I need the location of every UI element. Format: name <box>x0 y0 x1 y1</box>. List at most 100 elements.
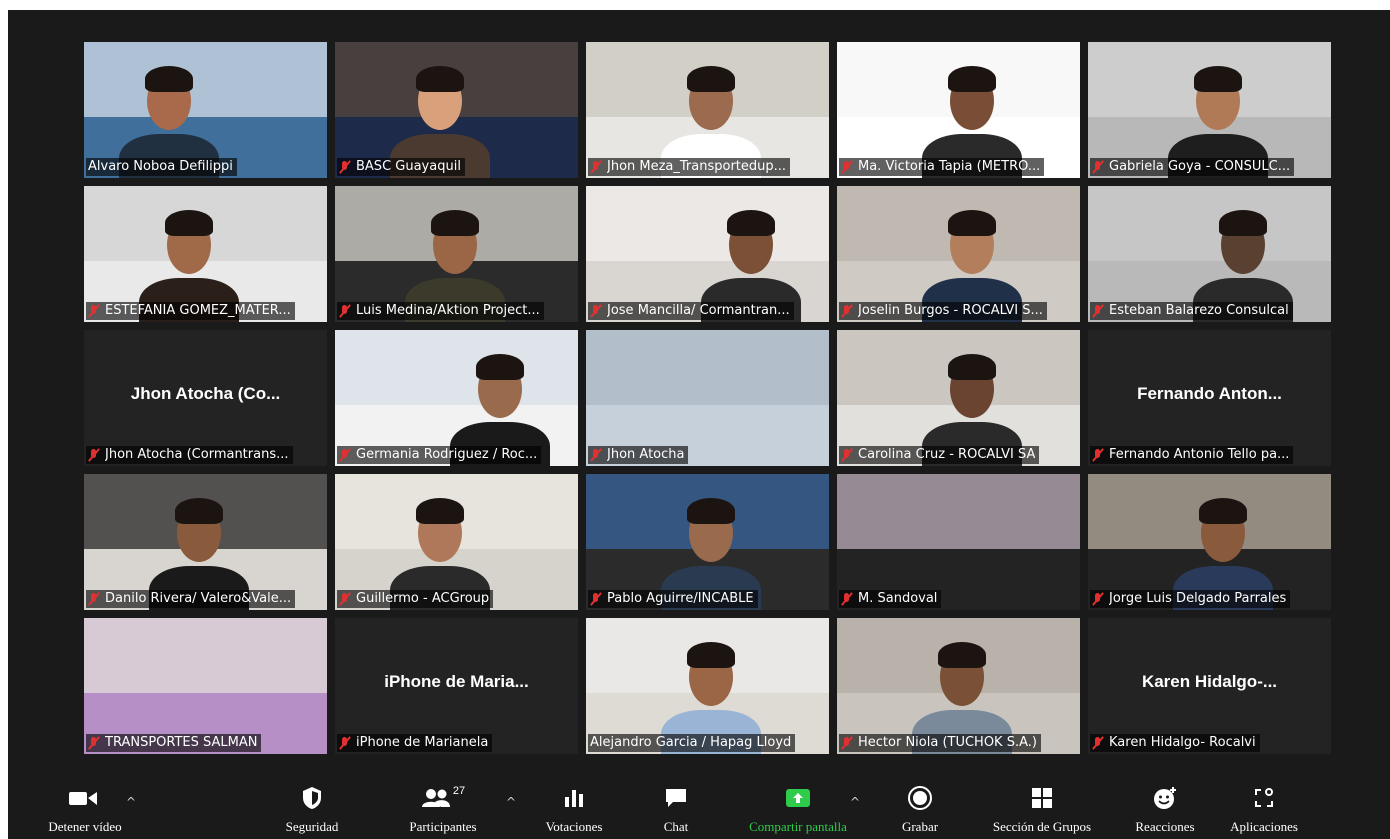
record-icon <box>907 783 933 813</box>
participant-tile[interactable]: ESTEFANIA GOMEZ_MATER... <box>84 186 327 322</box>
chat-button[interactable]: Chat <box>646 783 706 839</box>
mic-muted-icon <box>339 592 351 606</box>
apps-icon <box>1252 783 1276 813</box>
participant-tile[interactable]: Carolina Cruz - ROCALVI SA <box>837 330 1080 466</box>
mic-muted-icon <box>1092 448 1104 462</box>
mic-muted-icon <box>590 448 602 462</box>
participant-display-name: Karen Hidalgo-... <box>1141 672 1278 691</box>
participant-tile[interactable]: M. Sandoval <box>837 474 1080 610</box>
mic-muted-icon <box>841 448 853 462</box>
participant-name-label: Esteban Balarezo Consulcal <box>1090 302 1293 320</box>
gallery-view: Alvaro Noboa Defilippi BASC Guayaquil Jh… <box>84 42 1331 754</box>
participant-name: Carolina Cruz - ROCALVI SA <box>858 447 1036 462</box>
participant-name-label: Carolina Cruz - ROCALVI SA <box>839 446 1040 464</box>
apps-button[interactable]: Aplicaciones <box>1214 783 1314 839</box>
person-hair <box>687 498 735 524</box>
participant-tile[interactable]: Jhon Meza_Transportedup... <box>586 42 829 178</box>
breakout-rooms-button[interactable]: Sección de Grupos <box>974 783 1110 839</box>
participant-name: Hector Niola (TUCHOK S.A.) <box>858 735 1037 750</box>
record-button[interactable]: Grabar <box>884 783 956 839</box>
person-hair <box>145 66 193 92</box>
participant-name: Danilo Rivera/ Valero&Vale... <box>105 591 292 606</box>
participant-tile[interactable]: TRANSPORTES SALMAN <box>84 618 327 754</box>
participant-name: Ma. Victoria Tapia (METRO... <box>858 159 1041 174</box>
participant-name: Guillermo - ACGroup <box>356 591 490 606</box>
participant-display-name: Fernando Anton... <box>1137 384 1282 403</box>
smiley-plus-icon <box>1152 783 1178 813</box>
participant-tile[interactable]: Hector Niola (TUCHOK S.A.) <box>837 618 1080 754</box>
video-background <box>837 474 1080 549</box>
person-hair <box>948 66 996 92</box>
participant-name: Alejandro Garcia / Hapag Lloyd <box>590 735 792 750</box>
participant-tile[interactable]: Danilo Rivera/ Valero&Vale... <box>84 474 327 610</box>
share-options-caret-icon[interactable]: ^ <box>850 795 860 809</box>
participant-name-label: Hector Niola (TUCHOK S.A.) <box>839 734 1041 752</box>
participant-tile[interactable]: Karen Hidalgo-... Karen Hidalgo- Rocalvi <box>1088 618 1331 754</box>
participant-name-label: Danilo Rivera/ Valero&Vale... <box>86 590 296 608</box>
person-hair <box>431 210 479 236</box>
participant-tile[interactable]: Esteban Balarezo Consulcal <box>1088 186 1331 322</box>
person-hair <box>476 354 524 380</box>
video-background <box>586 186 829 261</box>
mic-muted-icon <box>1092 304 1104 318</box>
participants-options-caret-icon[interactable]: ^ <box>506 795 516 809</box>
mic-muted-icon <box>841 160 853 174</box>
share-screen-button[interactable]: Compartir pantalla <box>730 783 866 839</box>
video-camera-icon <box>68 783 102 813</box>
video-options-caret-icon[interactable]: ^ <box>126 795 136 809</box>
mic-muted-icon <box>1092 736 1104 750</box>
participant-name-label: Fernando Antonio Tello pa... <box>1090 446 1294 464</box>
participant-tile[interactable]: iPhone de Maria... iPhone de Marianela <box>335 618 578 754</box>
video-background <box>84 42 327 117</box>
participant-tile[interactable]: Jose Mancilla/ Cormantran... <box>586 186 829 322</box>
participant-name-label: ESTEFANIA GOMEZ_MATER... <box>86 302 295 320</box>
participant-name-label: iPhone de Marianela <box>337 734 493 752</box>
bar-chart-icon <box>563 783 585 813</box>
stop-video-button[interactable]: Detener vídeo <box>30 783 140 839</box>
participant-tile[interactable]: Alvaro Noboa Defilippi <box>84 42 327 178</box>
person-hair <box>175 498 223 524</box>
polls-label: Votaciones <box>545 819 603 834</box>
participant-name-label: TRANSPORTES SALMAN <box>86 734 262 752</box>
participant-name: Luis Medina/Aktion Project... <box>356 303 540 318</box>
mic-muted-icon <box>590 304 602 318</box>
person-hair <box>165 210 213 236</box>
participant-name-label: Jose Mancilla/ Cormantran... <box>588 302 794 320</box>
video-background <box>586 330 829 405</box>
participant-tile[interactable]: Luis Medina/Aktion Project... <box>335 186 578 322</box>
participant-tile[interactable]: Alejandro Garcia / Hapag Lloyd <box>586 618 829 754</box>
security-button[interactable]: Seguridad <box>270 783 354 839</box>
chat-label: Chat <box>663 819 689 834</box>
polls-button[interactable]: Votaciones <box>532 783 616 839</box>
participants-icon: 27 <box>421 783 465 813</box>
person-hair <box>687 66 735 92</box>
person-hair <box>1219 210 1267 236</box>
participants-label: Participantes <box>409 819 477 834</box>
participant-tile[interactable]: BASC Guayaquil <box>335 42 578 178</box>
participant-name: Jhon Meza_Transportedup... <box>607 159 787 174</box>
participant-name-label: Guillermo - ACGroup <box>337 590 494 608</box>
participant-tile[interactable]: Guillermo - ACGroup <box>335 474 578 610</box>
participant-tile[interactable]: Germania Rodriguez / Roc... <box>335 330 578 466</box>
participant-tile[interactable]: Gabriela Goya - CONSULC... <box>1088 42 1331 178</box>
participant-tile[interactable]: Jhon Atocha (Co... Jhon Atocha (Cormantra… <box>84 330 327 466</box>
participants-button[interactable]: 27 Participantes <box>388 783 498 839</box>
participant-name-label: Germania Rodriguez / Roc... <box>337 446 542 464</box>
participant-name-label: Gabriela Goya - CONSULC... <box>1090 158 1295 176</box>
participant-name-label: Jhon Atocha <box>588 446 689 464</box>
participant-tile[interactable]: Joselin Burgos - ROCALVI S... <box>837 186 1080 322</box>
participant-name: Karen Hidalgo- Rocalvi <box>1109 735 1256 750</box>
participant-name: Esteban Balarezo Consulcal <box>1109 303 1289 318</box>
participant-name: Jose Mancilla/ Cormantran... <box>607 303 790 318</box>
participant-name-label: M. Sandoval <box>839 590 942 608</box>
mic-muted-icon <box>88 736 100 750</box>
participant-tile[interactable]: Jhon Atocha <box>586 330 829 466</box>
mic-muted-icon <box>1092 160 1104 174</box>
mic-muted-icon <box>339 448 351 462</box>
participant-tile[interactable]: Ma. Victoria Tapia (METRO... <box>837 42 1080 178</box>
participant-tile[interactable]: Fernando Anton... Fernando Antonio Tello … <box>1088 330 1331 466</box>
person-hair <box>948 210 996 236</box>
reactions-button[interactable]: Reacciones <box>1120 783 1210 839</box>
participant-tile[interactable]: Jorge Luis Delgado Parrales <box>1088 474 1331 610</box>
participant-tile[interactable]: Pablo Aguirre/INCABLE <box>586 474 829 610</box>
